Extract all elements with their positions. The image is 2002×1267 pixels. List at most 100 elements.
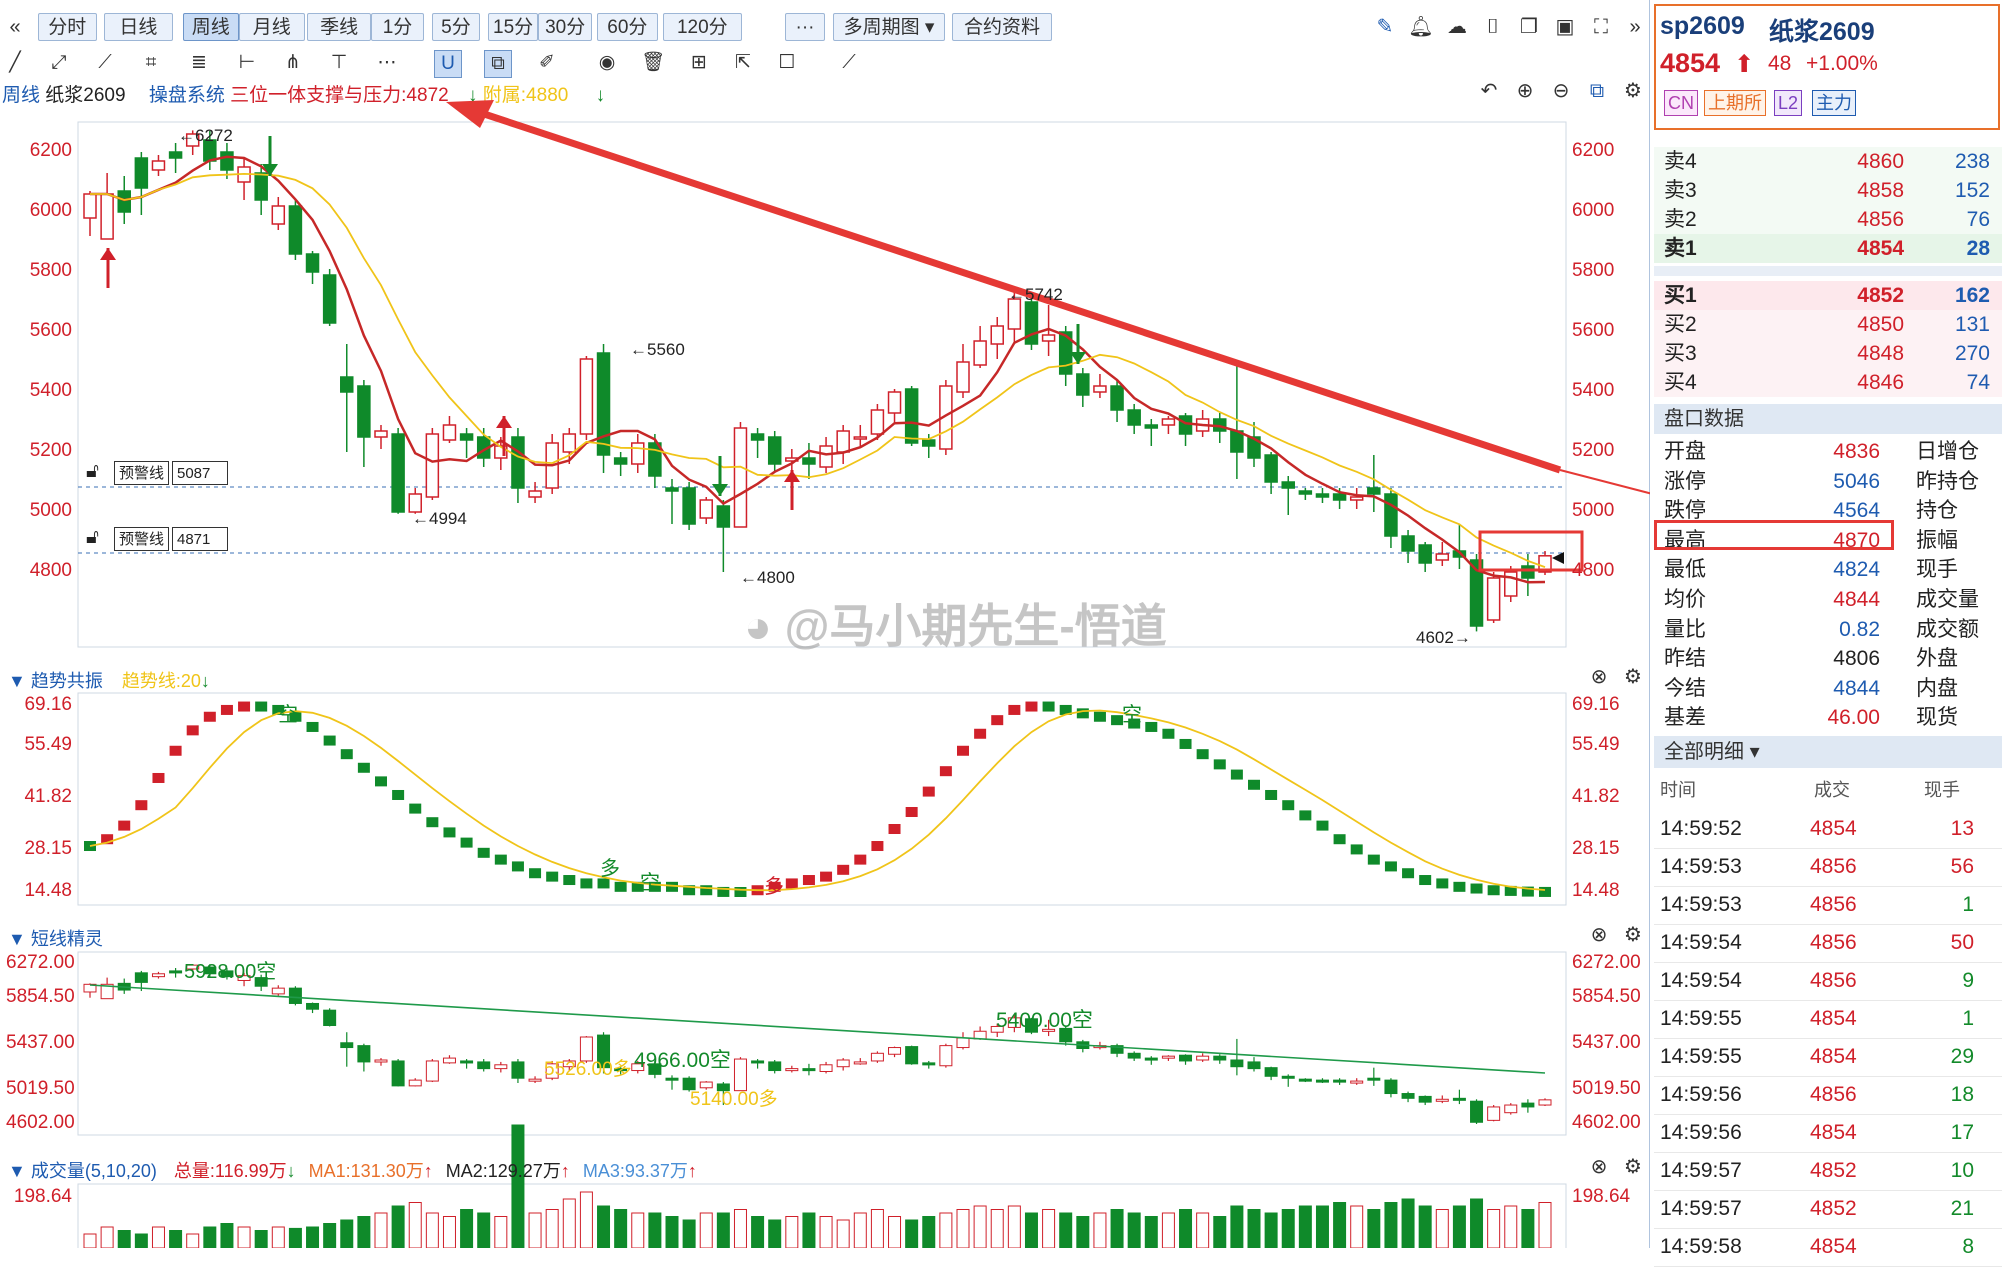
level-price: 4850 — [1857, 313, 1904, 336]
trend-bar — [939, 766, 952, 777]
trend-bar — [357, 762, 370, 773]
candle-body — [1504, 571, 1518, 597]
trade-price: 4854 — [1810, 817, 1857, 840]
short-body — [1487, 1106, 1501, 1121]
volume-bar — [888, 1216, 902, 1248]
price-tick-label: 6000 — [1572, 200, 1615, 221]
trade-volume: 21 — [1950, 1197, 1974, 1220]
weibo-icon: ◕ — [744, 600, 772, 652]
trade-time: 14:59:53 — [1660, 893, 1742, 916]
close-panel-icon[interactable]: ⊗ — [1586, 664, 1612, 690]
short-body — [751, 1060, 765, 1064]
stat-label: 开盘 — [1664, 440, 1706, 463]
stat-right-label: 昨持仓 — [1916, 469, 1979, 493]
buy-arrow-icon — [100, 248, 116, 260]
volume-bar — [186, 1233, 200, 1248]
collapse-icon[interactable]: ▼ — [8, 671, 26, 691]
short-body — [1350, 1080, 1364, 1084]
trend-bar — [460, 837, 473, 848]
trade-price: 4856 — [1810, 893, 1857, 916]
candle-body — [904, 388, 919, 444]
short-panel-title: 短线精灵 — [30, 929, 103, 949]
lock-icon[interactable]: 🔓︎ — [86, 526, 99, 549]
candle-body — [716, 505, 731, 528]
volume-panel-header: ▼ 成交量(5,10,20) 总量:116.99万↓ MA1:131.30万↑ … — [8, 1157, 697, 1183]
short-body — [1384, 1079, 1398, 1095]
order-book-row[interactable]: 卖4 4860 238 — [1654, 147, 2002, 176]
volume-bar — [733, 1209, 747, 1248]
short-body — [374, 1059, 388, 1063]
trade-volume: 13 — [1950, 817, 1974, 840]
collapse-icon[interactable]: ▼ — [8, 929, 26, 949]
candle-body — [288, 205, 303, 255]
stat-row: 均价 4844 成交量 — [1654, 585, 2002, 614]
trend-bar — [1487, 885, 1500, 896]
down-arrow-icon: ↓ — [286, 1161, 296, 1181]
trade-row: 14:59:55 4854 1 — [1654, 1000, 2002, 1039]
level-volume: 270 — [1954, 342, 1990, 365]
candle-body — [1486, 577, 1501, 621]
indicator-tick-label: 5437.00 — [1572, 1032, 1641, 1053]
close-panel-icon[interactable]: ⊗ — [1586, 1154, 1612, 1180]
close-panel-icon[interactable]: ⊗ — [1586, 922, 1612, 948]
order-book-row[interactable]: 买3 4848 270 — [1654, 339, 2002, 368]
short-body — [357, 1045, 371, 1063]
trend-bar — [1145, 721, 1158, 732]
candle-body — [819, 445, 833, 468]
volume-bar — [648, 1212, 662, 1248]
candle-body — [596, 352, 611, 456]
collapse-icon[interactable]: ▼ — [8, 1161, 26, 1181]
short-body — [1144, 1057, 1158, 1061]
order-book-row[interactable]: 卖1 4854 28 — [1654, 234, 2002, 263]
trade-header-price: 成交 — [1814, 780, 1850, 800]
stat-right-label: 内盘 — [1916, 676, 1958, 700]
candle-body — [1264, 454, 1278, 483]
settings-icon[interactable]: ⚙ — [1620, 1154, 1646, 1180]
volume-bar — [579, 1191, 593, 1248]
volume-bar — [1161, 1212, 1175, 1248]
trend-bar — [1025, 701, 1038, 712]
trend-bar — [1179, 738, 1192, 749]
volume-bar — [562, 1198, 576, 1248]
order-book-row[interactable]: 买2 4850 131 — [1654, 310, 2002, 339]
volume-bar — [836, 1219, 850, 1248]
order-book-row[interactable]: 卖3 4858 152 — [1654, 176, 2002, 205]
order-book-row[interactable]: 买1 4852 162 — [1654, 281, 2002, 310]
order-book-row[interactable]: 卖2 4856 76 — [1654, 205, 2002, 234]
trend-bar — [1419, 875, 1432, 886]
settings-icon[interactable]: ⚙ — [1620, 922, 1646, 948]
short-panel-header: ▼ 短线精灵 — [8, 925, 103, 951]
volume-bar — [460, 1209, 474, 1248]
short-body — [1470, 1100, 1484, 1123]
trend-bar — [426, 817, 439, 828]
short-body — [939, 1045, 953, 1067]
trade-price: 4856 — [1810, 969, 1857, 992]
candle-body — [271, 205, 286, 225]
level-label: 买2 — [1664, 313, 1697, 336]
level-label: 买1 — [1664, 284, 1697, 307]
volume-bar — [1538, 1202, 1552, 1248]
annotation-low-4800: ←4800 — [740, 568, 795, 587]
trend-bar — [802, 875, 815, 886]
volume-bar — [271, 1226, 285, 1248]
settings-icon[interactable]: ⚙ — [1620, 664, 1646, 690]
candle-body — [425, 433, 440, 498]
order-book-row[interactable]: 买4 4846 74 — [1654, 368, 2002, 397]
lock-icon[interactable]: 🔓︎ — [86, 460, 99, 483]
short-body — [836, 1059, 850, 1068]
trend-bar — [1248, 779, 1260, 790]
trade-price: 4854 — [1810, 1045, 1857, 1068]
candle-body — [1093, 385, 1107, 393]
trend-bar — [1384, 861, 1397, 872]
detail-title-row[interactable]: 全部明细 ▾ — [1654, 736, 2002, 768]
short-body — [1333, 1079, 1347, 1083]
trade-time: 14:59:55 — [1660, 1045, 1742, 1068]
short-body — [819, 1064, 833, 1072]
last-price: 4854 — [1660, 48, 1721, 78]
trend-bar — [306, 721, 319, 732]
trend-bar — [991, 715, 1004, 726]
stat-right-label: 外盘 — [1916, 647, 1958, 671]
price-tick-label: 5000 — [1572, 500, 1615, 521]
up-arrow-icon: ↑ — [423, 1161, 433, 1181]
annotation-low-4602: 4602→ — [1416, 628, 1471, 647]
